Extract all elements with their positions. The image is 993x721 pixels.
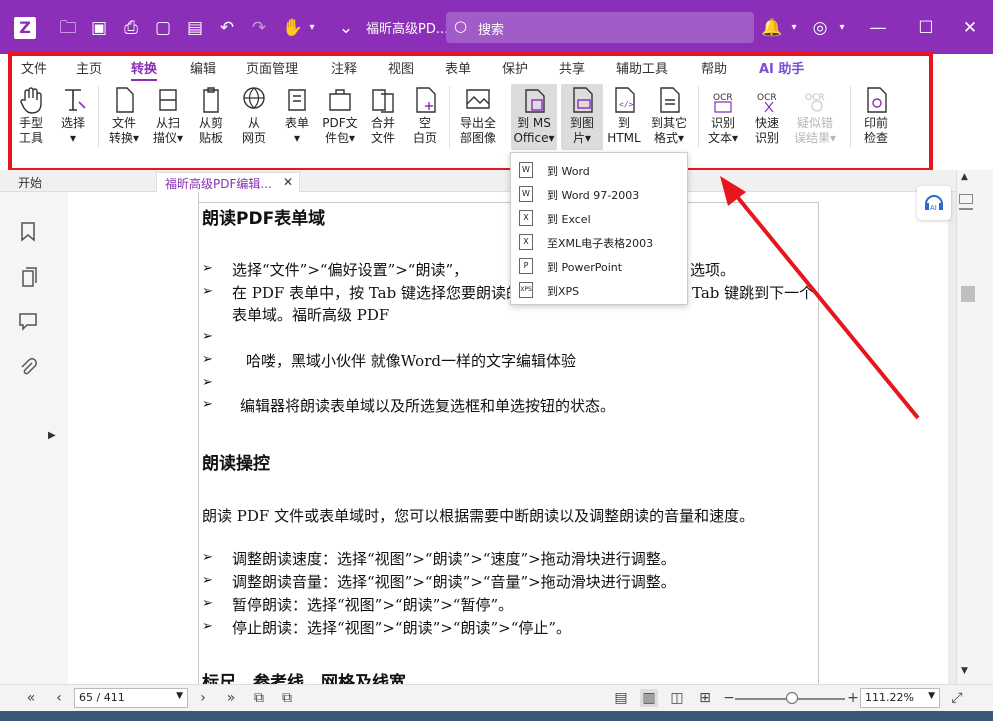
previous-view-icon[interactable]: ⧉ bbox=[250, 689, 268, 707]
last-page-icon[interactable]: » bbox=[222, 689, 240, 707]
desktop-background bbox=[0, 711, 993, 721]
status-bar: « ‹ 65 / 411 ▼ › » ⧉ ⧉ ▤ ▥ ◫ ⊞ − + 111.2… bbox=[0, 684, 993, 711]
page-number-input[interactable]: 65 / 411 ▼ bbox=[74, 688, 188, 708]
chevron-down-icon[interactable]: ▼ bbox=[176, 691, 183, 701]
next-view-icon[interactable]: ⧉ bbox=[278, 689, 296, 707]
facing-view-icon[interactable]: ◫ bbox=[668, 689, 686, 707]
first-page-icon[interactable]: « bbox=[22, 689, 40, 707]
previous-page-icon[interactable]: ‹ bbox=[50, 689, 68, 707]
annotation-arrow bbox=[720, 176, 920, 420]
single-page-view-icon[interactable]: ▤ bbox=[612, 689, 630, 707]
next-page-icon[interactable]: › bbox=[194, 689, 212, 707]
zoom-level-input[interactable]: 111.22% ▼ bbox=[860, 688, 940, 708]
continuous-view-icon[interactable]: ▥ bbox=[640, 689, 658, 707]
chevron-down-icon[interactable]: ▼ bbox=[928, 691, 935, 701]
continuous-facing-view-icon[interactable]: ⊞ bbox=[696, 689, 714, 707]
zoom-slider-knob[interactable] bbox=[786, 692, 798, 704]
fullscreen-icon[interactable]: ⤢ bbox=[948, 689, 966, 707]
